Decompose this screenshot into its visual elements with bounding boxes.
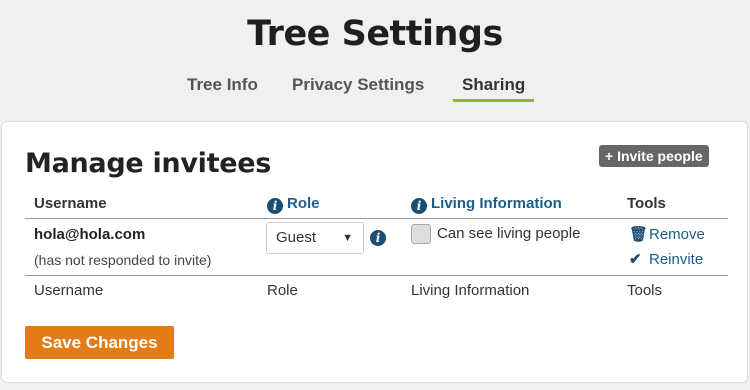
caret-down-icon: ▼	[342, 232, 353, 244]
column-header-role[interactable]: i Role	[267, 195, 320, 214]
page-title: Tree Settings	[247, 14, 503, 54]
role-select[interactable]: Guest ▼	[266, 222, 364, 254]
remove-label: Remove	[649, 226, 705, 243]
column-header-username: Username	[34, 195, 107, 212]
reinvite-link[interactable]: ✔ Reinvite	[629, 250, 703, 268]
header-divider	[25, 218, 728, 219]
column-footer-username: Username	[34, 282, 104, 299]
column-footer-tools: Tools	[627, 282, 663, 299]
role-select-value: Guest	[276, 229, 317, 246]
column-header-tools: Tools	[627, 195, 666, 212]
info-icon[interactable]: i	[411, 198, 427, 214]
column-header-role-label: Role	[287, 195, 320, 212]
column-footer-role: Role	[267, 282, 298, 299]
can-see-living-checkbox[interactable]	[411, 224, 431, 244]
tab-sharing[interactable]: Sharing	[453, 74, 535, 104]
info-icon[interactable]: i	[267, 198, 283, 214]
save-changes-button[interactable]: Save Changes	[25, 326, 174, 359]
column-header-living-information[interactable]: i Living Information	[411, 195, 562, 214]
invitee-email: hola@hola.com	[34, 226, 146, 243]
column-header-living-label: Living Information	[431, 195, 562, 212]
tab-privacy-settings[interactable]: Privacy Settings	[292, 74, 424, 104]
invite-people-button[interactable]: + Invite people	[599, 145, 709, 167]
can-see-living-label[interactable]: Can see living people	[437, 225, 580, 242]
section-heading: Manage invitees	[25, 148, 272, 179]
settings-tabs: Tree Info Privacy Settings Sharing	[0, 74, 750, 104]
remove-link[interactable]: 🗑Remove	[629, 225, 705, 243]
column-footer-living-information: Living Information	[411, 282, 530, 299]
trash-icon: 🗑	[629, 226, 649, 243]
manage-invitees-panel: Manage invitees + Invite people Username…	[1, 121, 748, 383]
check-icon: ✔	[629, 251, 642, 268]
info-icon[interactable]: i	[370, 230, 386, 246]
reinvite-label: Reinvite	[649, 251, 704, 268]
tab-tree-info[interactable]: Tree Info	[187, 74, 258, 104]
row-divider	[25, 275, 728, 276]
invitee-status: (has not responded to invite)	[34, 252, 212, 268]
